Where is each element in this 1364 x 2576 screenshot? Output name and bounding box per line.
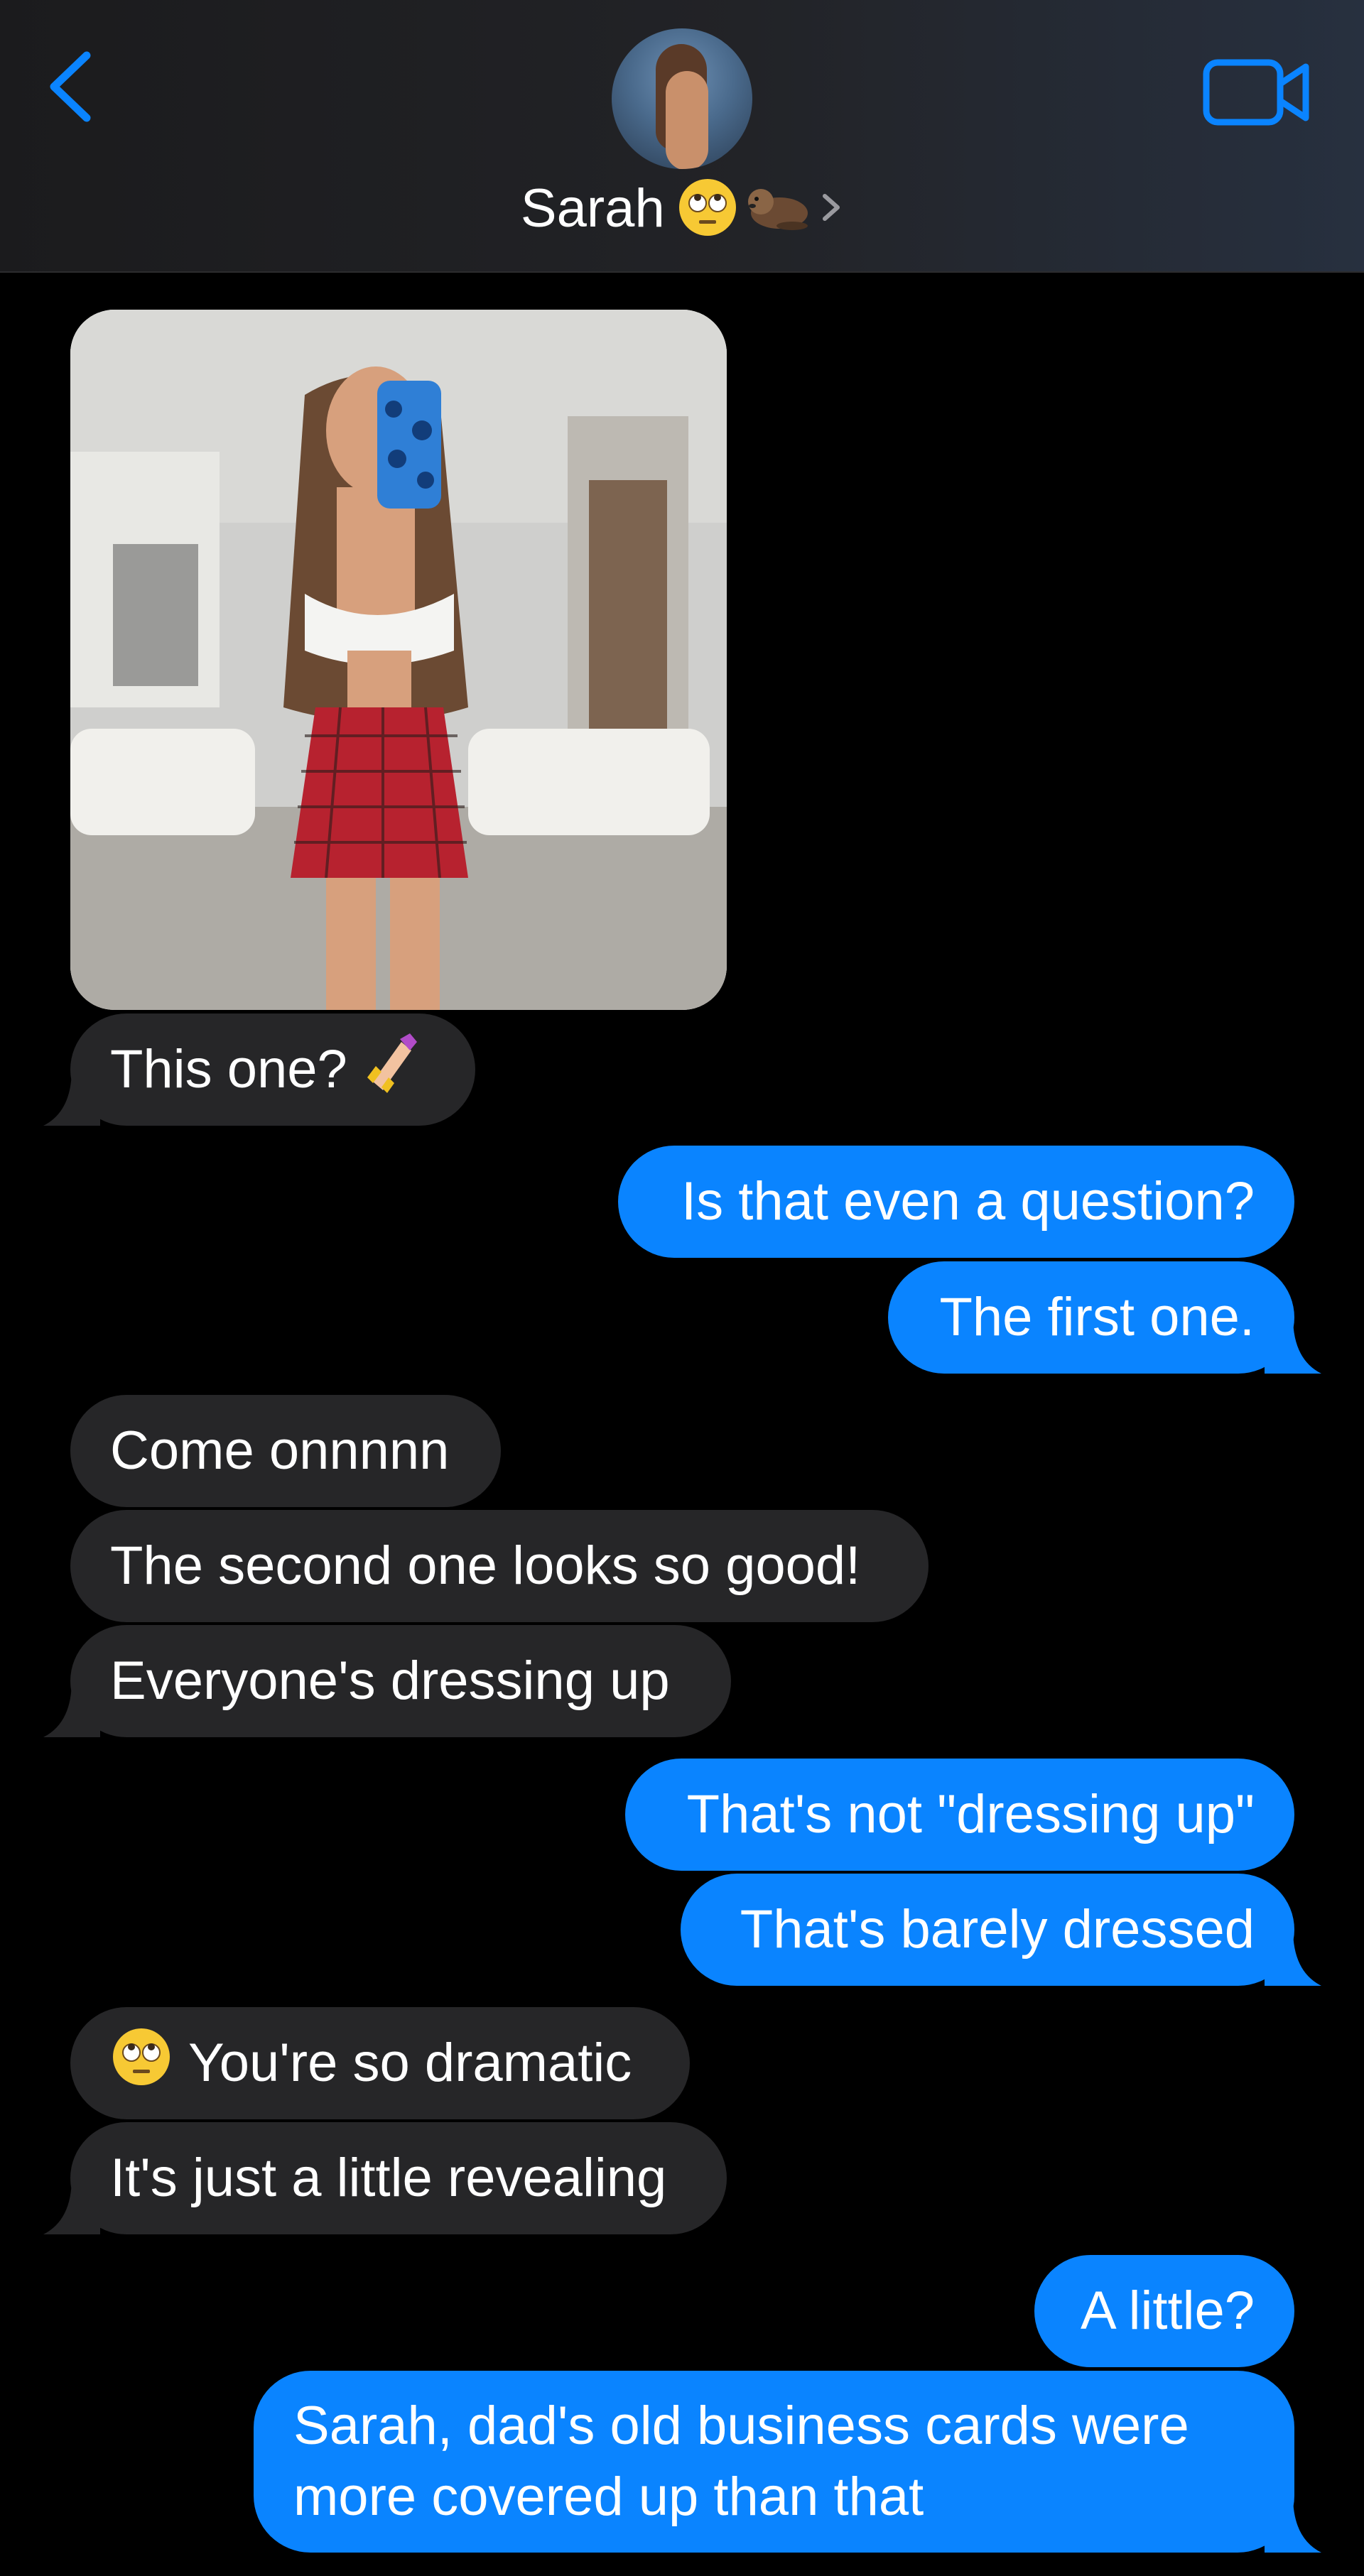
bubble-tail [43, 2178, 100, 2234]
face-with-rolling-eyes-icon [110, 2026, 173, 2101]
photo-message[interactable] [70, 310, 727, 1010]
contact-avatar[interactable] [612, 28, 752, 169]
message-text: That's barely dressed [740, 1899, 1255, 1960]
conversation-header: Sarah [0, 0, 1364, 273]
incoming-message[interactable]: The second one looks so good! [70, 1510, 929, 1622]
outgoing-message[interactable]: A little? [1034, 2255, 1294, 2367]
contact-name: Sarah [520, 178, 665, 239]
video-call-button[interactable] [1201, 54, 1314, 132]
chevron-left-icon [50, 51, 91, 122]
outgoing-message[interactable]: Is that even a question? [618, 1146, 1294, 1258]
outgoing-message[interactable]: Sarah, dad's old business cards were mor… [254, 2371, 1321, 2553]
bubble-tail [43, 1680, 100, 1737]
back-button[interactable] [43, 44, 107, 129]
incoming-message[interactable]: Come onnnnn [70, 1395, 501, 1507]
message-text: You're so dramatic [188, 2033, 632, 2093]
bubble-tail [43, 1069, 100, 1126]
incoming-message[interactable]: You're so dramatic [70, 2007, 690, 2119]
bubble-tail [1265, 2496, 1321, 2553]
message-text: A little? [1080, 2281, 1255, 2341]
message-text: Is that even a question? [681, 1171, 1255, 1232]
outgoing-message[interactable]: The first one. [888, 1261, 1321, 1374]
outgoing-message[interactable]: That's not "dressing up" [625, 1759, 1294, 1871]
message-text: Everyone's dressing up [110, 1651, 670, 1711]
face-with-rolling-eyes-icon [676, 176, 739, 242]
video-camera-icon [1203, 59, 1309, 126]
outgoing-message[interactable]: That's barely dressed [681, 1874, 1321, 1986]
otter-icon [742, 176, 813, 242]
message-text: Sarah, dad's old business cards were mor… [293, 2396, 1189, 2527]
nail-polish-icon [360, 1031, 426, 1109]
bubble-tail [1265, 1317, 1321, 1374]
message-text: Come onnnnn [110, 1420, 450, 1481]
contact-name-row[interactable]: Sarah [0, 173, 1364, 244]
message-text: This one? [110, 1039, 347, 1099]
bubble-tail [1265, 1929, 1321, 1986]
message-text: The second one looks so good! [110, 1536, 861, 1596]
incoming-message[interactable]: It's just a little revealing [43, 2122, 727, 2234]
message-text: The first one. [939, 1287, 1255, 1347]
message-text: That's not "dressing up" [686, 1784, 1255, 1844]
chevron-right-icon [819, 186, 843, 232]
photo-content [70, 310, 727, 1010]
incoming-message[interactable]: This one? [43, 1013, 475, 1126]
message-text: It's just a little revealing [110, 2148, 667, 2208]
incoming-message[interactable]: Everyone's dressing up [43, 1625, 731, 1737]
